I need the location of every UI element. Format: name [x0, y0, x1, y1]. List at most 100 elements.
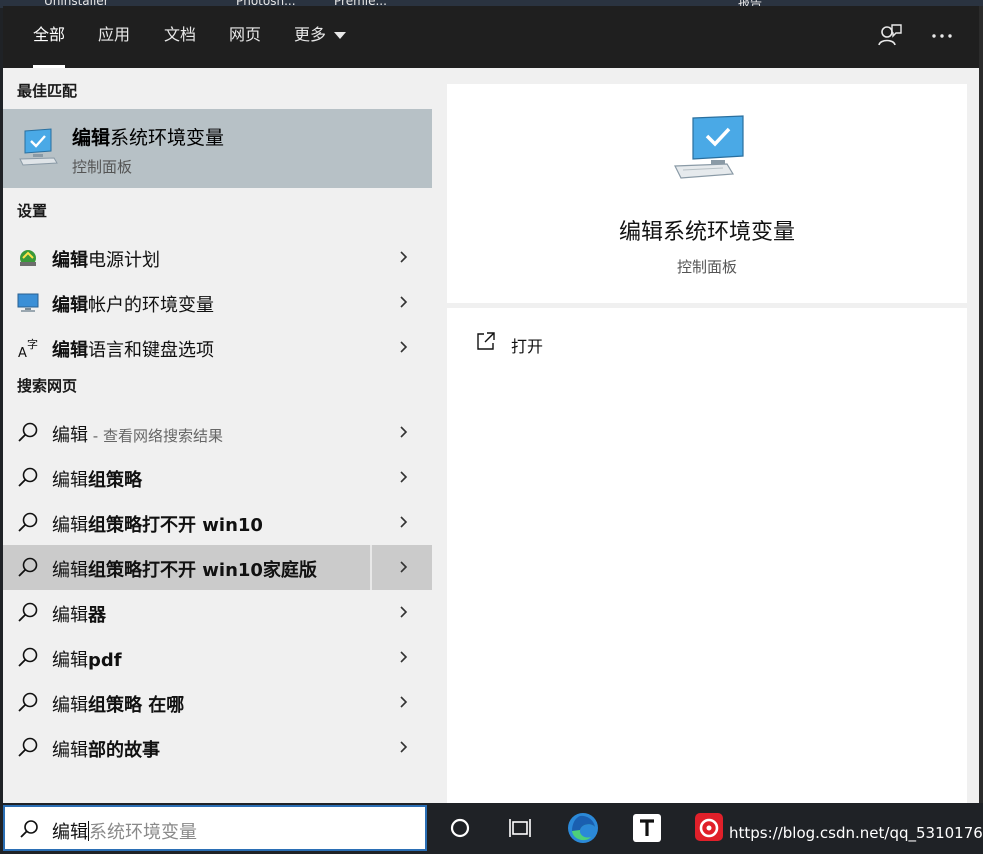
- web-search-item-hovered[interactable]: 编辑组策略打不开 win10家庭版: [3, 545, 432, 590]
- web-search-item[interactable]: 编辑器: [3, 590, 432, 635]
- cortana-icon[interactable]: [435, 803, 485, 854]
- settings-item-power-plan[interactable]: 编辑电源计划: [3, 235, 432, 280]
- tab-documents[interactable]: 文档: [164, 6, 196, 68]
- chevron-right-icon[interactable]: [400, 606, 408, 618]
- taskbar: 编辑系统环境变量 https://blog.csdn.net/qq_531017…: [0, 803, 983, 854]
- watermark-text: https://blog.csdn.net/qq_53101767: [729, 824, 983, 842]
- suggestion-text: 组策略打不开 win10: [88, 515, 263, 536]
- query-text: 编辑: [52, 605, 88, 626]
- label-rest-text: 语言和键盘选项: [88, 340, 214, 361]
- feedback-icon[interactable]: [875, 22, 903, 50]
- taskbar-search-box[interactable]: 编辑系统环境变量: [3, 805, 427, 851]
- chevron-right-icon[interactable]: [400, 296, 408, 308]
- web-search-item[interactable]: 编辑组策略打不开 win10: [3, 500, 432, 545]
- query-match-text: 编辑: [52, 250, 88, 271]
- web-search-label: 编辑pdf: [52, 646, 122, 672]
- settings-item-language-keyboard[interactable]: A 字 编辑语言和键盘选项: [3, 325, 432, 370]
- tab-all[interactable]: 全部: [33, 6, 66, 68]
- tab-apps[interactable]: 应用: [98, 6, 130, 68]
- query-text: 编辑: [52, 650, 88, 671]
- query-match-text: 编辑: [52, 340, 88, 361]
- svg-text:A: A: [18, 346, 27, 359]
- title-rest-text: 系统环境变量: [110, 127, 225, 149]
- settings-item-label: 编辑电源计划: [52, 246, 160, 272]
- query-text: 编辑: [52, 560, 88, 581]
- power-plan-icon: [20, 250, 36, 266]
- svg-text:字: 字: [27, 337, 38, 351]
- web-search-label: 编辑器: [52, 601, 106, 627]
- web-search-item[interactable]: 编辑组策略 在哪: [3, 680, 432, 725]
- open-icon: [477, 332, 495, 350]
- task-view-icon[interactable]: [495, 803, 545, 854]
- typora-icon[interactable]: [622, 803, 672, 854]
- search-icon: [18, 467, 38, 487]
- section-heading-best-match: 最佳匹配: [17, 82, 78, 100]
- web-search-label: 编辑组策略打不开 win10: [52, 511, 263, 537]
- netease-music-icon[interactable]: [685, 803, 735, 854]
- web-results-hint: - 查看网络搜索结果: [88, 427, 223, 445]
- suggestion-text: pdf: [88, 650, 122, 671]
- web-search-label: 编辑组策略: [52, 466, 142, 492]
- search-window: 全部 应用 文档 网页 更多 最佳匹配 编辑系统环境变量 控制面板 设置 编辑电…: [3, 6, 983, 803]
- search-icon: [18, 422, 38, 442]
- best-match-subtitle: 控制面板: [72, 158, 133, 176]
- search-icon: [18, 512, 38, 532]
- chevron-right-icon[interactable]: [400, 251, 408, 263]
- query-text: 编辑: [52, 695, 88, 716]
- more-options-icon[interactable]: [928, 22, 956, 50]
- query-text: 编辑: [52, 740, 88, 761]
- section-heading-web-search: 搜索网页: [17, 377, 78, 395]
- typed-query: 编辑: [52, 822, 88, 843]
- suggestion-text: 部的故事: [88, 740, 160, 761]
- chevron-right-icon[interactable]: [400, 651, 408, 663]
- search-icon: [18, 692, 38, 712]
- search-input[interactable]: 编辑系统环境变量: [52, 818, 197, 844]
- web-search-item[interactable]: 编辑组策略: [3, 455, 432, 500]
- divider: [370, 545, 372, 590]
- chevron-right-icon[interactable]: [400, 741, 408, 753]
- suggestion-text: 组策略: [88, 470, 142, 491]
- tab-label: 网页: [229, 25, 262, 44]
- search-icon: [18, 737, 38, 757]
- label-rest-text: 电源计划: [88, 250, 160, 271]
- monitor-check-icon: [19, 128, 58, 166]
- preview-title: 编辑系统环境变量: [618, 220, 795, 245]
- preview-actions: 打开: [447, 308, 967, 803]
- chevron-right-icon[interactable]: [400, 561, 408, 573]
- edge-icon[interactable]: [558, 803, 608, 854]
- web-search-label: 编辑组策略 在哪: [52, 691, 184, 717]
- web-search-label: 编辑组策略打不开 win10家庭版: [52, 556, 317, 582]
- chevron-right-icon[interactable]: [400, 516, 408, 528]
- tab-label: 文档: [164, 25, 197, 44]
- search-scope-tabs: 全部 应用 文档 网页 更多: [3, 6, 979, 68]
- search-icon: [18, 647, 38, 667]
- best-match-result[interactable]: 编辑系统环境变量 控制面板: [3, 109, 432, 188]
- web-search-label: 编辑 - 查看网络搜索结果: [52, 421, 223, 447]
- search-icon: [20, 820, 38, 838]
- chevron-right-icon[interactable]: [400, 341, 408, 353]
- tab-web[interactable]: 网页: [229, 6, 261, 68]
- chevron-right-icon[interactable]: [400, 471, 408, 483]
- preview-pane: 编辑系统环境变量 控制面板: [447, 84, 967, 303]
- query-text: 编辑: [52, 425, 88, 446]
- chevron-right-icon[interactable]: [400, 696, 408, 708]
- tab-more[interactable]: 更多: [294, 6, 347, 68]
- label-rest-text: 帐户的环境变量: [88, 295, 214, 316]
- settings-item-label: 编辑语言和键盘选项: [52, 336, 214, 362]
- settings-item-account-env-vars[interactable]: 编辑帐户的环境变量: [3, 280, 432, 325]
- tab-label: 更多: [294, 25, 327, 44]
- section-heading-settings: 设置: [17, 202, 48, 220]
- monitor-check-icon: [674, 115, 744, 179]
- suggestion-text: 器: [88, 605, 106, 626]
- chevron-right-icon[interactable]: [400, 426, 408, 438]
- settings-item-label: 编辑帐户的环境变量: [52, 291, 214, 317]
- autocomplete-suggestion: 系统环境变量: [89, 822, 197, 843]
- web-search-item[interactable]: 编辑pdf: [3, 635, 432, 680]
- tab-label: 应用: [98, 25, 131, 44]
- web-search-item[interactable]: 编辑 - 查看网络搜索结果: [3, 410, 432, 455]
- chevron-down-icon: [334, 32, 347, 39]
- preview-subtitle: 控制面板: [676, 258, 737, 276]
- web-search-item[interactable]: 编辑部的故事: [3, 725, 432, 770]
- open-action-label: 打开: [511, 337, 544, 356]
- web-search-label: 编辑部的故事: [52, 736, 160, 762]
